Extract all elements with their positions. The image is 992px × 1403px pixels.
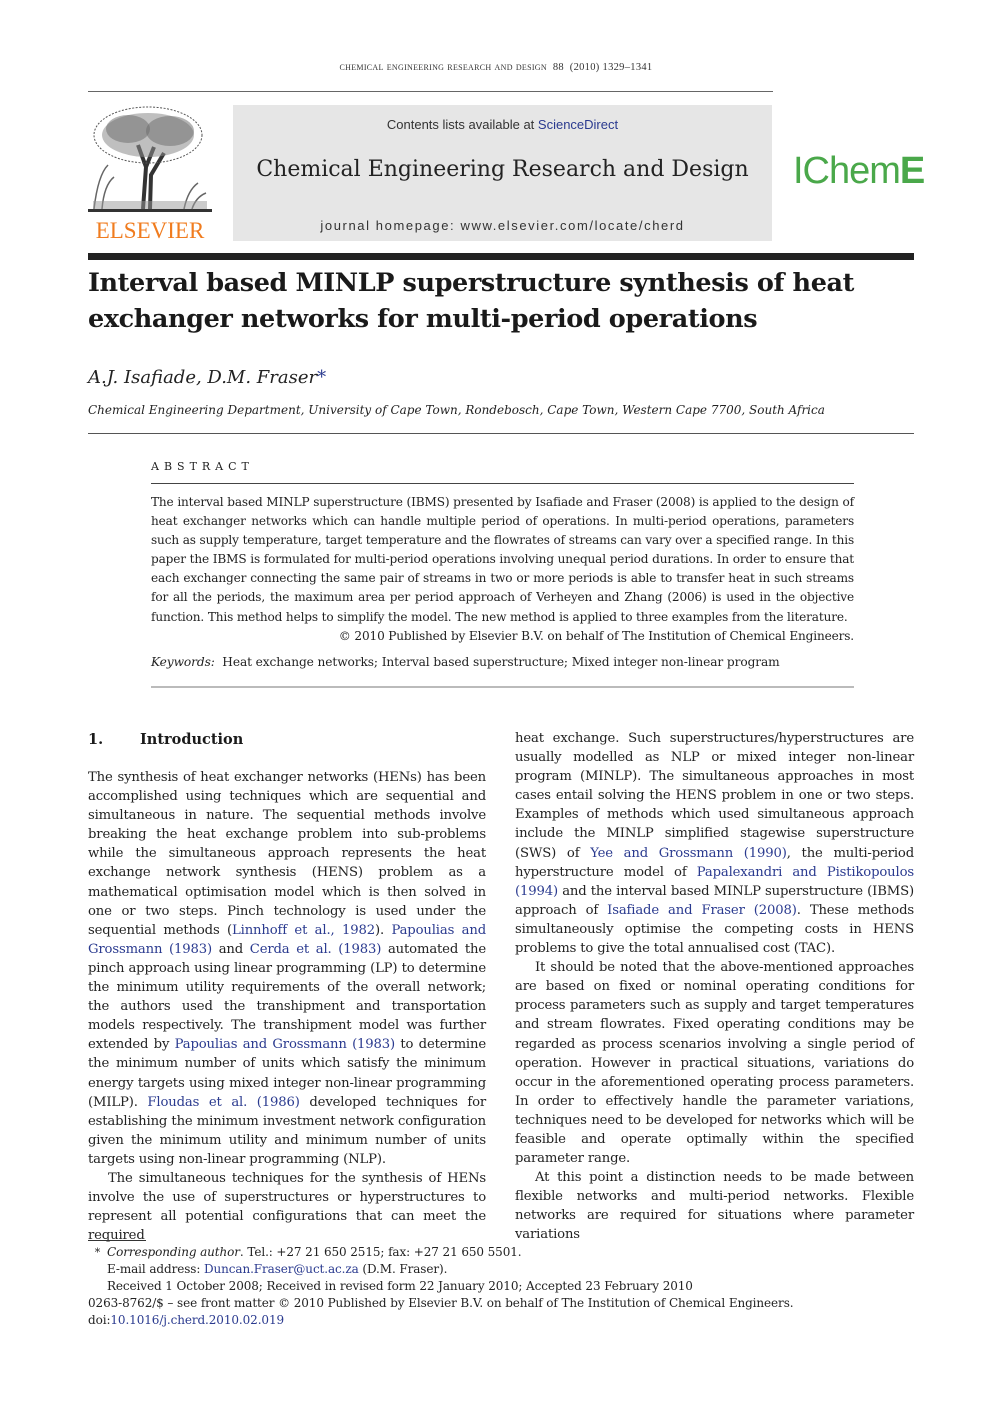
journal-homepage[interactable]: journal homepage: www.elsevier.com/locat… (233, 218, 772, 233)
citation-link[interactable]: Linnhoff et al., 1982 (232, 923, 375, 938)
running-head-journal: chemical engineering research and design (339, 61, 547, 73)
contents-availability: Contents lists available at ScienceDirec… (233, 117, 772, 132)
article-title: Interval based MINLP superstructure synt… (88, 268, 855, 334)
keywords-label: Keywords: (151, 655, 215, 669)
authors: A.J. Isafiade, D.M. Fraser (88, 367, 318, 388)
left-column: The synthesis of heat exchanger networks… (88, 768, 486, 1245)
paragraph-text: The synthesis of heat exchanger networks… (88, 770, 486, 938)
citation-link[interactable]: Floudas et al. (1986) (147, 1095, 299, 1110)
paragraph-text: and (211, 941, 250, 957)
doi-link[interactable]: 10.1016/j.cherd.2010.02.019 (110, 1313, 284, 1327)
author-list: A.J. Isafiade, D.M. Fraser* (88, 367, 326, 388)
email-owner: (D.M. Fraser). (358, 1262, 448, 1276)
keywords-divider (151, 686, 854, 688)
abstract-copyright: © 2010 Published by Elsevier B.V. on beh… (338, 628, 854, 643)
keywords: Keywords: Heat exchange networks; Interv… (151, 655, 854, 669)
icheme-logo: IChemE (793, 150, 925, 193)
received-dates: Received 1 October 2008; Received in rev… (107, 1279, 693, 1293)
paragraph: At this point a distinction needs to be … (515, 1170, 914, 1243)
contact-numbers: . Tel.: +27 21 650 2515; fax: +27 21 650… (239, 1245, 522, 1259)
icheme-e: E (899, 150, 925, 192)
abstract-body: The interval based MINLP superstructure … (151, 495, 854, 624)
citation-link[interactable]: Papoulias and Grossmann (1983) (175, 1037, 396, 1052)
elsevier-wordmark: ELSEVIER (95, 218, 205, 243)
elsevier-tree-icon (88, 106, 212, 212)
section-title: Introduction (140, 731, 244, 748)
running-head-volume: 88 (552, 62, 564, 73)
corresponding-author-marker[interactable]: * (317, 367, 326, 388)
contents-prefix: Contents lists available at (386, 117, 538, 132)
paragraph: heat exchange. Such superstructures/hype… (515, 729, 914, 958)
doi-line: doi:10.1016/j.cherd.2010.02.019 (88, 1312, 284, 1329)
citation-link[interactable]: Yee and Grossmann (1990) (590, 846, 787, 861)
title-rule (88, 253, 914, 260)
footnote-rule (88, 1240, 146, 1241)
corresponding-label: Corresponding author (107, 1245, 240, 1259)
running-head: chemical engineering research and design… (0, 61, 992, 73)
journal-banner: Contents lists available at ScienceDirec… (233, 105, 772, 241)
header-divider (88, 91, 773, 92)
citation-link[interactable]: Isafiade and Fraser (2008) (607, 903, 797, 918)
paragraph: The synthesis of heat exchanger networks… (88, 768, 486, 1169)
right-column: heat exchange. Such superstructures/hype… (515, 729, 914, 1245)
paragraph-text: ). (374, 922, 392, 938)
keywords-list: Heat exchange networks; Interval based s… (222, 655, 780, 669)
running-head-year: (2010) (569, 62, 600, 73)
section-heading: 1. Introduction (88, 731, 243, 748)
citation-link[interactable]: Cerda et al. (1983) (250, 942, 382, 957)
front-matter: 0263-8762/$ – see front matter © 2010 Pu… (88, 1296, 794, 1310)
paragraph-text: automated the pinch approach using linea… (88, 941, 486, 1053)
email-link[interactable]: Duncan.Fraser@uct.ac.za (204, 1262, 359, 1276)
paragraph-text: heat exchange. Such superstructures/hype… (515, 731, 914, 861)
affiliation-divider (88, 433, 914, 434)
doi-label: doi: (88, 1313, 111, 1327)
paragraph: The simultaneous techniques for the synt… (88, 1170, 486, 1244)
elsevier-logo: ELSEVIER (88, 105, 212, 243)
footnote-corresponding: * Corresponding author. Tel.: +27 21 650 … (88, 1244, 522, 1261)
running-head-pages: 1329–1341 (602, 62, 653, 73)
abstract-divider (151, 483, 854, 484)
sciencedirect-link[interactable]: ScienceDirect (538, 117, 618, 132)
section-number: 1. (88, 731, 104, 748)
abstract-text: The interval based MINLP superstructure … (151, 493, 854, 646)
icheme-text: IChem (793, 150, 901, 192)
affiliation: Chemical Engineering Department, Univers… (88, 403, 825, 417)
paragraph: It should be noted that the above-mentio… (515, 960, 914, 1167)
footnote-email: E-mail address: Duncan.Fraser@uct.ac.za … (107, 1261, 447, 1278)
journal-title: Chemical Engineering Research and Design (256, 157, 749, 182)
footnote-marker: * (94, 1246, 101, 1259)
abstract-heading: ABSTRACT (151, 460, 254, 473)
email-label: E-mail address: (107, 1262, 204, 1276)
